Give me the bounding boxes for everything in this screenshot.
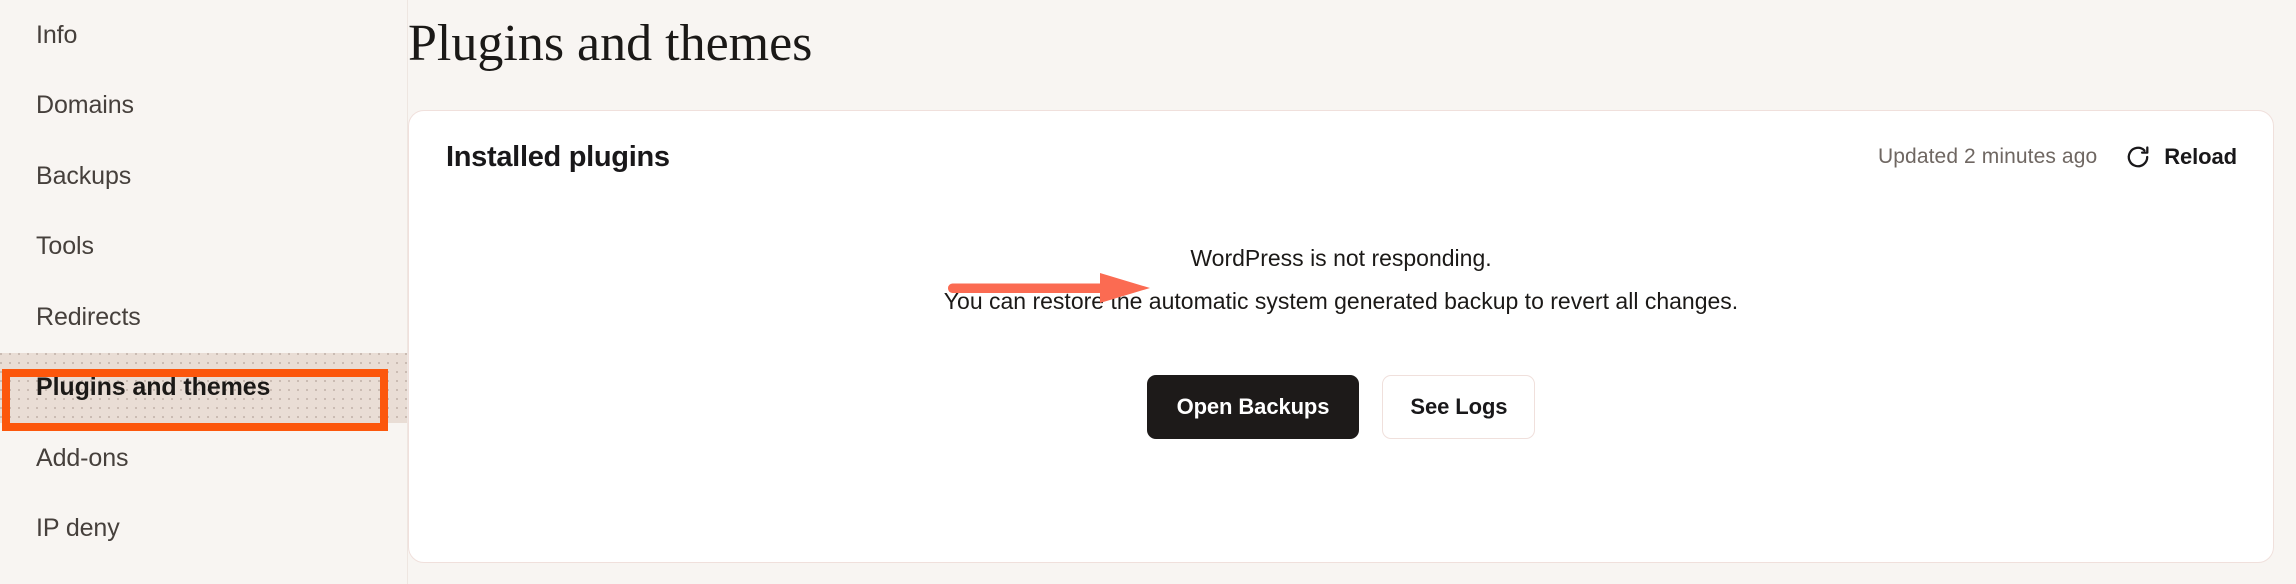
reload-button-label: Reload — [2164, 144, 2237, 169]
app-page: Info Domains Backups Tools Redirects Plu… — [0, 0, 2296, 584]
card-title: Installed plugins — [446, 140, 670, 173]
sidebar-item-plugins-and-themes[interactable]: Plugins and themes — [0, 352, 407, 423]
sidebar-item-list: Info Domains Backups Tools Redirects Plu… — [0, 0, 407, 564]
see-logs-button[interactable]: See Logs — [1382, 375, 1536, 439]
sidebar-item-ip-deny[interactable]: IP deny — [0, 494, 407, 565]
sidebar-item-label: Redirects — [36, 302, 141, 331]
sidebar-item-label: Tools — [36, 232, 94, 261]
open-backups-button[interactable]: Open Backups — [1146, 375, 1360, 439]
sidebar-item-info[interactable]: Info — [0, 0, 407, 71]
sidebar-item-tools[interactable]: Tools — [0, 212, 407, 283]
refresh-cw-icon — [2125, 144, 2151, 170]
page-title: Plugins and themes — [408, 15, 813, 72]
sidebar-item-label: IP deny — [36, 514, 120, 543]
sidebar-nav: Info Domains Backups Tools Redirects Plu… — [0, 0, 408, 584]
sidebar-item-backups[interactable]: Backups — [0, 141, 407, 212]
status-message-line-2: You can restore the automatic system gen… — [943, 288, 1739, 314]
sidebar-item-add-ons[interactable]: Add-ons — [0, 423, 407, 494]
card-header: Installed plugins Updated 2 minutes ago … — [409, 111, 2273, 203]
status-message-line-1: WordPress is not responding. — [1190, 245, 1492, 271]
installed-plugins-card: Installed plugins Updated 2 minutes ago … — [408, 110, 2274, 563]
sidebar-item-label: Plugins and themes — [36, 373, 271, 402]
card-header-actions: Updated 2 minutes ago Reload — [1878, 144, 2237, 170]
sidebar-item-label: Domains — [36, 91, 134, 120]
sidebar-item-label: Backups — [36, 161, 132, 190]
updated-timestamp: Updated 2 minutes ago — [1878, 145, 2098, 168]
main-content: Plugins and themes Installed plugins Upd… — [408, 0, 2296, 584]
card-body: WordPress is not responding. You can res… — [409, 203, 2273, 562]
sidebar-item-label: Info — [36, 20, 78, 49]
card-action-buttons: Open Backups See Logs — [1146, 375, 1536, 439]
sidebar-item-domains[interactable]: Domains — [0, 71, 407, 142]
sidebar-item-label: Add-ons — [36, 443, 129, 472]
sidebar-item-redirects[interactable]: Redirects — [0, 282, 407, 353]
reload-button[interactable]: Reload — [2125, 144, 2237, 170]
